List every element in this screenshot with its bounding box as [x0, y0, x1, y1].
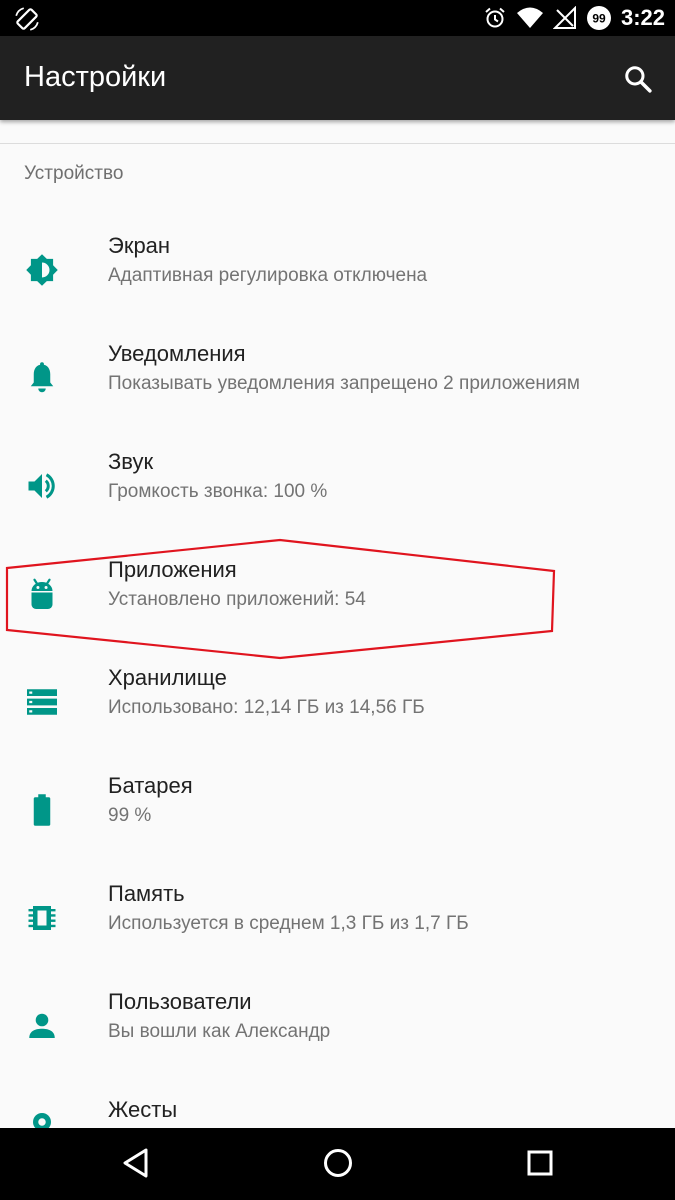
- settings-item-notifications[interactable]: Уведомления Показывать уведомления запре…: [0, 324, 675, 432]
- settings-item-users[interactable]: Пользователи Вы вошли как Александр: [0, 972, 675, 1080]
- settings-item-title: Экран: [108, 233, 171, 258]
- recents-icon[interactable]: [523, 1146, 557, 1180]
- settings-item-title: Звук: [108, 449, 154, 474]
- android-icon: [31, 578, 53, 609]
- settings-item-memory[interactable]: Память Используется в среднем 1,3 ГБ из …: [0, 864, 675, 972]
- settings-item-summary: Показывать уведомления запрещено 2 прило…: [108, 373, 580, 394]
- settings-item-summary: 99 %: [108, 805, 152, 826]
- settings-item-storage[interactable]: Хранилище Использовано: 12,14 ГБ из 14,5…: [0, 648, 675, 756]
- settings-item-title: Приложения: [108, 557, 237, 582]
- settings-item-summary: Использовано: 12,14 ГБ из 14,56 ГБ: [108, 697, 425, 718]
- settings-item-summary: Установлено приложений: 54: [108, 589, 366, 610]
- no-signal-icon: [552, 6, 576, 29]
- settings-item-summary: Громкость звонка: 100 %: [108, 481, 328, 502]
- settings-item-display[interactable]: Экран Адаптивная регулировка отключена: [0, 216, 675, 324]
- settings-item-summary: Адаптивная регулировка отключена: [108, 265, 428, 286]
- settings-item-sound[interactable]: Звук Громкость звонка: 100 %: [0, 432, 675, 540]
- settings-item-title: Хранилище: [108, 665, 227, 690]
- settings-item-battery[interactable]: Батарея 99 %: [0, 756, 675, 864]
- app-bar: Настройки: [0, 36, 675, 120]
- memory-chip-icon: [28, 906, 56, 930]
- settings-item-title: Память: [108, 881, 185, 906]
- settings-item-title: Пользователи: [108, 989, 252, 1014]
- svg-text:99: 99: [592, 12, 606, 26]
- search-icon[interactable]: [623, 64, 653, 94]
- notification-count-icon: 99: [586, 6, 611, 30]
- settings-item-summary: Вы вошли как Александр: [108, 1021, 331, 1042]
- brightness-icon: [26, 254, 58, 286]
- status-bar: 99 3:22: [0, 0, 675, 36]
- settings-item-apps[interactable]: Приложения Установлено приложений: 54: [0, 540, 675, 648]
- section-header: Устройство: [24, 163, 124, 184]
- screen-rotation-icon: [15, 7, 39, 31]
- navigation-bar: [0, 1128, 675, 1200]
- home-icon[interactable]: [321, 1146, 355, 1180]
- bell-icon: [30, 362, 54, 393]
- settings-item-title: Уведомления: [108, 341, 246, 366]
- battery-icon: [33, 794, 51, 826]
- alarm-icon: [485, 7, 505, 28]
- page-title: Настройки: [24, 61, 167, 93]
- settings-item-title: Жесты: [108, 1097, 178, 1122]
- storage-icon: [27, 689, 57, 715]
- settings-item-title: Батарея: [108, 773, 193, 798]
- settings-item-summary: Используется в среднем 1,3 ГБ из 1,7 ГБ: [108, 913, 469, 934]
- back-icon[interactable]: [120, 1146, 152, 1180]
- clock-time: 3:22: [620, 5, 665, 30]
- volume-icon: [28, 473, 55, 499]
- person-icon: [29, 1013, 55, 1038]
- wifi-icon: [516, 7, 543, 28]
- divider: [0, 143, 675, 144]
